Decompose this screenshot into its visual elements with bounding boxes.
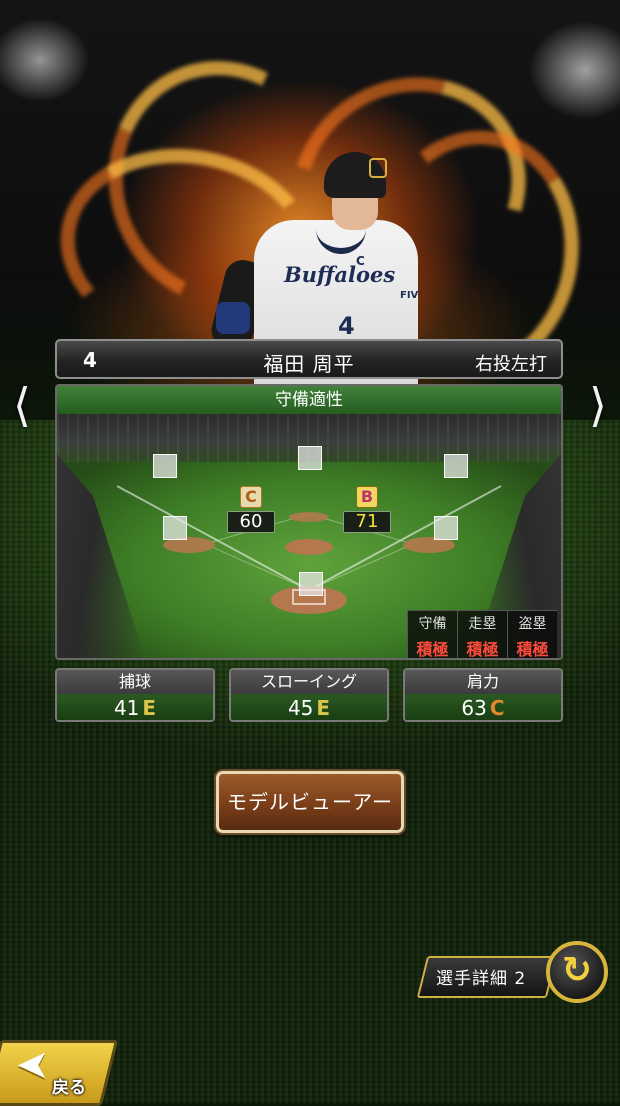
tactic-defense: 守備 積極 (407, 610, 457, 659)
position-marker-right-field[interactable] (444, 454, 468, 478)
jersey-number: 4 (338, 312, 355, 340)
back-button-label[interactable]: 戻る (52, 1073, 86, 1098)
next-player-chevron-right-icon[interactable]: ⟩ (580, 380, 616, 430)
stat-grade: E (316, 696, 331, 720)
stat-grade: E (142, 696, 157, 720)
throw-bat-style: 右投左打 (475, 354, 547, 375)
shortstop-value: 60 (227, 511, 275, 533)
jersey-captain-mark: C (356, 254, 365, 268)
position-marker-left-field[interactable] (153, 454, 177, 478)
stat-value: 41 (113, 696, 140, 720)
stat-label: 肩力 (405, 670, 561, 694)
player-glove (216, 302, 250, 334)
model-viewer-button[interactable]: モデルビューアー (216, 771, 404, 833)
position-marker-center-field[interactable] (298, 446, 322, 470)
tactic-label: 走塁 (468, 616, 497, 632)
stat-catching: 捕球 41 E (55, 668, 215, 722)
helmet-logo (369, 158, 387, 178)
tactic-label: 守備 (418, 616, 447, 632)
back-arrow-icon[interactable]: ➤ (16, 1042, 50, 1088)
stat-value: 45 (287, 696, 314, 720)
stat-arm-strength: 肩力 63 C (403, 668, 563, 722)
panel-title: 守備適性 (57, 386, 561, 414)
sleeve-mark: FIV (400, 290, 419, 301)
position-marker-third-base[interactable] (163, 516, 187, 540)
stat-value: 63 (461, 696, 487, 720)
tactic-label: 盗塁 (518, 616, 547, 632)
position-marker-first-base[interactable] (434, 516, 458, 540)
player-name-bar: 4 福田 周平 右投左打 (55, 339, 563, 379)
baseball-field: C 60 B 71 守備 積極 走塁 積極 盗塁 積極 (57, 414, 561, 659)
player-detail-label[interactable]: 選手詳細 2 (436, 964, 526, 989)
stat-value-row: 63 C (405, 694, 561, 720)
tactics-table: 守備 積極 走塁 積極 盗塁 積極 (407, 610, 561, 659)
cycle-arrows-icon[interactable]: ↻ (546, 941, 608, 1003)
stat-grade: C (489, 696, 505, 720)
stat-label: スローイング (231, 670, 387, 694)
stat-throwing: スローイング 45 E (229, 668, 389, 722)
stat-value-row: 45 E (231, 694, 387, 720)
second-base-value: 71 (343, 511, 391, 533)
jersey-team-text: Buffaloes (284, 262, 396, 287)
shortstop-grade-badge: C (240, 486, 262, 508)
tactic-value: 積極 (516, 640, 549, 659)
defense-aptitude-panel: 守備適性 C 60 B 71 守備 積極 走塁 積極 盗塁 積極 (55, 384, 563, 660)
tactic-value: 積極 (466, 640, 499, 659)
tactic-steal: 盗塁 積極 (507, 610, 557, 659)
second-base-grade-badge: B (356, 486, 378, 508)
stat-label: 捕球 (57, 670, 213, 694)
position-marker-catcher[interactable] (299, 572, 323, 596)
tactic-baserunning: 走塁 積極 (457, 610, 507, 659)
tactic-value: 積極 (416, 640, 449, 659)
stat-value-row: 41 E (57, 694, 213, 720)
prev-player-chevron-left-icon[interactable]: ⟨ (4, 380, 40, 430)
